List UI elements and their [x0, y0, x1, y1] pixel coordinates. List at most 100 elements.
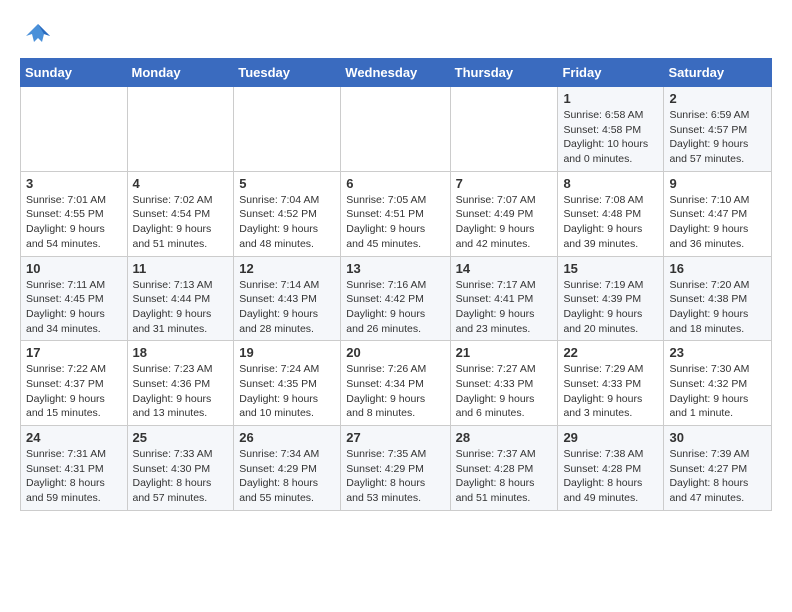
weekday-header: Sunday	[21, 59, 128, 87]
calendar-cell: 4 Sunrise: 7:02 AM Sunset: 4:54 PM Daylig…	[127, 171, 234, 256]
calendar-cell: 2 Sunrise: 6:59 AM Sunset: 4:57 PM Daylig…	[664, 87, 772, 172]
day-info: Sunrise: 7:23 AM Sunset: 4:36 PM Dayligh…	[133, 362, 229, 421]
day-info: Sunrise: 7:26 AM Sunset: 4:34 PM Dayligh…	[346, 362, 444, 421]
calendar-table: SundayMondayTuesdayWednesdayThursdayFrid…	[20, 58, 772, 511]
day-info: Sunrise: 7:01 AM Sunset: 4:55 PM Dayligh…	[26, 193, 122, 252]
day-info: Sunrise: 7:27 AM Sunset: 4:33 PM Dayligh…	[456, 362, 553, 421]
day-number: 4	[133, 176, 229, 191]
calendar-cell: 23 Sunrise: 7:30 AM Sunset: 4:32 PM Dayli…	[664, 341, 772, 426]
calendar-cell	[341, 87, 450, 172]
calendar-header-row: SundayMondayTuesdayWednesdayThursdayFrid…	[21, 59, 772, 87]
day-info: Sunrise: 7:13 AM Sunset: 4:44 PM Dayligh…	[133, 278, 229, 337]
day-number: 18	[133, 345, 229, 360]
day-number: 11	[133, 261, 229, 276]
day-info: Sunrise: 7:29 AM Sunset: 4:33 PM Dayligh…	[563, 362, 658, 421]
calendar-cell: 28 Sunrise: 7:37 AM Sunset: 4:28 PM Dayli…	[450, 426, 558, 511]
calendar-cell: 13 Sunrise: 7:16 AM Sunset: 4:42 PM Dayli…	[341, 256, 450, 341]
day-info: Sunrise: 7:24 AM Sunset: 4:35 PM Dayligh…	[239, 362, 335, 421]
day-number: 6	[346, 176, 444, 191]
calendar-cell: 12Sunrise: 7:14 AM Sunset: 4:43 PM Dayli…	[234, 256, 341, 341]
calendar-cell: 9 Sunrise: 7:10 AM Sunset: 4:47 PM Daylig…	[664, 171, 772, 256]
day-number: 24	[26, 430, 122, 445]
calendar-cell	[127, 87, 234, 172]
calendar-cell: 14Sunrise: 7:17 AM Sunset: 4:41 PM Dayli…	[450, 256, 558, 341]
day-number: 10	[26, 261, 122, 276]
calendar-cell: 15Sunrise: 7:19 AM Sunset: 4:39 PM Dayli…	[558, 256, 664, 341]
calendar-week-row: 1 Sunrise: 6:58 AM Sunset: 4:58 PM Daylig…	[21, 87, 772, 172]
day-number: 3	[26, 176, 122, 191]
page-header	[20, 20, 772, 48]
day-number: 5	[239, 176, 335, 191]
day-number: 2	[669, 91, 766, 106]
weekday-header: Monday	[127, 59, 234, 87]
day-info: Sunrise: 7:05 AM Sunset: 4:51 PM Dayligh…	[346, 193, 444, 252]
logo-icon	[20, 20, 56, 48]
calendar-cell: 22 Sunrise: 7:29 AM Sunset: 4:33 PM Dayli…	[558, 341, 664, 426]
calendar-cell: 21 Sunrise: 7:27 AM Sunset: 4:33 PM Dayli…	[450, 341, 558, 426]
day-info: Sunrise: 7:16 AM Sunset: 4:42 PM Dayligh…	[346, 278, 444, 337]
weekday-header: Friday	[558, 59, 664, 87]
day-number: 29	[563, 430, 658, 445]
day-number: 21	[456, 345, 553, 360]
day-info: Sunrise: 7:33 AM Sunset: 4:30 PM Dayligh…	[133, 447, 229, 506]
calendar-cell: 1 Sunrise: 6:58 AM Sunset: 4:58 PM Daylig…	[558, 87, 664, 172]
day-number: 25	[133, 430, 229, 445]
day-info: Sunrise: 7:07 AM Sunset: 4:49 PM Dayligh…	[456, 193, 553, 252]
day-info: Sunrise: 7:30 AM Sunset: 4:32 PM Dayligh…	[669, 362, 766, 421]
calendar-cell: 27 Sunrise: 7:35 AM Sunset: 4:29 PM Dayli…	[341, 426, 450, 511]
calendar-cell: 26 Sunrise: 7:34 AM Sunset: 4:29 PM Dayli…	[234, 426, 341, 511]
day-number: 15	[563, 261, 658, 276]
day-number: 1	[563, 91, 658, 106]
calendar-cell: 17 Sunrise: 7:22 AM Sunset: 4:37 PM Dayli…	[21, 341, 128, 426]
day-number: 9	[669, 176, 766, 191]
calendar-cell: 5 Sunrise: 7:04 AM Sunset: 4:52 PM Daylig…	[234, 171, 341, 256]
day-number: 19	[239, 345, 335, 360]
day-number: 28	[456, 430, 553, 445]
day-info: Sunrise: 7:31 AM Sunset: 4:31 PM Dayligh…	[26, 447, 122, 506]
day-info: Sunrise: 7:11 AM Sunset: 4:45 PM Dayligh…	[26, 278, 122, 337]
day-info: Sunrise: 7:38 AM Sunset: 4:28 PM Dayligh…	[563, 447, 658, 506]
day-info: Sunrise: 7:39 AM Sunset: 4:27 PM Dayligh…	[669, 447, 766, 506]
calendar-cell: 29 Sunrise: 7:38 AM Sunset: 4:28 PM Dayli…	[558, 426, 664, 511]
day-info: Sunrise: 6:58 AM Sunset: 4:58 PM Dayligh…	[563, 108, 658, 167]
weekday-header: Wednesday	[341, 59, 450, 87]
day-info: Sunrise: 7:37 AM Sunset: 4:28 PM Dayligh…	[456, 447, 553, 506]
day-info: Sunrise: 7:04 AM Sunset: 4:52 PM Dayligh…	[239, 193, 335, 252]
logo	[20, 20, 60, 48]
calendar-cell: 20Sunrise: 7:26 AM Sunset: 4:34 PM Dayli…	[341, 341, 450, 426]
calendar-cell: 8Sunrise: 7:08 AM Sunset: 4:48 PM Daylig…	[558, 171, 664, 256]
day-info: Sunrise: 7:35 AM Sunset: 4:29 PM Dayligh…	[346, 447, 444, 506]
day-number: 13	[346, 261, 444, 276]
weekday-header: Tuesday	[234, 59, 341, 87]
day-info: Sunrise: 7:10 AM Sunset: 4:47 PM Dayligh…	[669, 193, 766, 252]
calendar-cell: 6 Sunrise: 7:05 AM Sunset: 4:51 PM Daylig…	[341, 171, 450, 256]
calendar-cell: 18 Sunrise: 7:23 AM Sunset: 4:36 PM Dayli…	[127, 341, 234, 426]
day-number: 22	[563, 345, 658, 360]
day-number: 17	[26, 345, 122, 360]
day-number: 12	[239, 261, 335, 276]
weekday-header: Thursday	[450, 59, 558, 87]
day-info: Sunrise: 7:02 AM Sunset: 4:54 PM Dayligh…	[133, 193, 229, 252]
calendar-cell: 11 Sunrise: 7:13 AM Sunset: 4:44 PM Dayli…	[127, 256, 234, 341]
day-info: Sunrise: 7:22 AM Sunset: 4:37 PM Dayligh…	[26, 362, 122, 421]
calendar-week-row: 3 Sunrise: 7:01 AM Sunset: 4:55 PM Daylig…	[21, 171, 772, 256]
day-info: Sunrise: 7:34 AM Sunset: 4:29 PM Dayligh…	[239, 447, 335, 506]
calendar-cell: 25 Sunrise: 7:33 AM Sunset: 4:30 PM Dayli…	[127, 426, 234, 511]
calendar-cell: 10 Sunrise: 7:11 AM Sunset: 4:45 PM Dayli…	[21, 256, 128, 341]
day-number: 14	[456, 261, 553, 276]
calendar-week-row: 24 Sunrise: 7:31 AM Sunset: 4:31 PM Dayli…	[21, 426, 772, 511]
day-number: 26	[239, 430, 335, 445]
calendar-cell: 24 Sunrise: 7:31 AM Sunset: 4:31 PM Dayli…	[21, 426, 128, 511]
day-info: Sunrise: 7:20 AM Sunset: 4:38 PM Dayligh…	[669, 278, 766, 337]
day-number: 23	[669, 345, 766, 360]
calendar-cell	[450, 87, 558, 172]
day-number: 7	[456, 176, 553, 191]
calendar-cell: 19 Sunrise: 7:24 AM Sunset: 4:35 PM Dayli…	[234, 341, 341, 426]
day-number: 27	[346, 430, 444, 445]
day-number: 8	[563, 176, 658, 191]
calendar-week-row: 17 Sunrise: 7:22 AM Sunset: 4:37 PM Dayli…	[21, 341, 772, 426]
calendar-cell: 3 Sunrise: 7:01 AM Sunset: 4:55 PM Daylig…	[21, 171, 128, 256]
day-number: 30	[669, 430, 766, 445]
calendar-cell	[234, 87, 341, 172]
day-info: Sunrise: 6:59 AM Sunset: 4:57 PM Dayligh…	[669, 108, 766, 167]
